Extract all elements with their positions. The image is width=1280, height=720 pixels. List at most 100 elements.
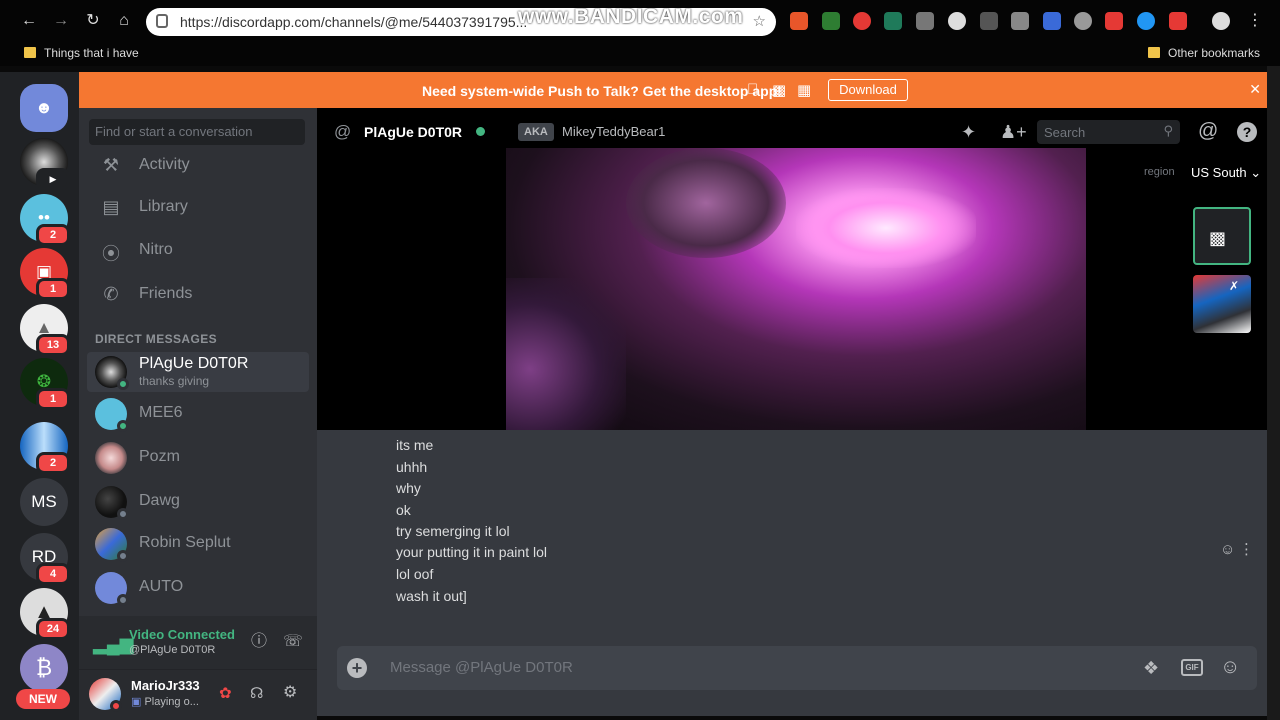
other-bookmarks[interactable]: Other bookmarks [1148,46,1260,60]
page-scrollbar[interactable] [1267,66,1280,720]
desktop-app-banner: Need system-wide Push to Talk? Get the d… [79,72,1267,108]
server-icon[interactable]: ▲ 24 [20,588,70,640]
camera-icon: ▩ [1209,228,1227,248]
headphones-icon[interactable]: ☊ [250,684,263,704]
nitro-icon: ⦿ [102,244,120,264]
dm-sidebar: Find or start a conversation ⚒ Activity ▤… [79,108,317,720]
message-text: lol oof [396,566,434,582]
message-text: try semerging it lol [396,523,510,539]
emoji-icon[interactable]: ☺ [1220,657,1240,677]
search-box[interactable]: Search ⚲ [1037,120,1180,144]
server-icon-ms[interactable]: MS [20,478,68,526]
menu-icon[interactable]: ⋮ [1244,10,1266,32]
mention-badge: 1 [36,278,70,300]
server-icon[interactable]: ▶ [20,138,70,190]
glasses-extension-icon[interactable] [916,12,934,30]
offline-status-icon [117,594,129,606]
region-value: US South [1191,165,1247,180]
dome-extension-icon[interactable] [1074,12,1092,30]
pin-extension-icon[interactable] [980,12,998,30]
dm-item-plague-dotor[interactable]: PlAgUe D0T0R thanks giving [87,352,309,392]
self-video-tile[interactable]: ▩ [1193,207,1251,265]
message-list: its me uhhh why ok try semerging it lol … [317,430,1267,630]
dm-item-auto[interactable]: AUTO [87,568,309,608]
gif-button[interactable]: GIF [1181,659,1203,676]
participant-video-tile[interactable]: ✗ [1193,275,1251,333]
nav-nitro[interactable]: ⦿ Nitro [99,236,173,264]
region-select[interactable]: US South ⌄ [1191,165,1261,181]
help-icon[interactable]: ? [1237,122,1257,142]
server-icon[interactable]: ▣ 1 [20,248,70,300]
home-icon[interactable]: ⌂ [113,10,135,32]
roblox-extension-icon[interactable] [1169,12,1187,30]
dm-item-dawg[interactable]: Dawg [87,482,309,522]
bitcoin-icon: ₿ [20,644,68,692]
block-extension-icon[interactable] [948,12,966,30]
close-icon[interactable]: ✕ [1249,81,1261,98]
download-button[interactable]: Download [828,79,908,101]
message-text: uhhh [396,459,428,475]
at-icon: @ [334,122,352,141]
reload-icon[interactable]: ↻ [82,10,104,32]
dm-header: DIRECT MESSAGES [95,332,218,346]
aka-name: MikeyTeddyBear1 [562,124,666,139]
star-extension-icon[interactable] [1011,12,1029,30]
mention-icon[interactable]: @ [1198,121,1218,141]
shield-extension-icon[interactable] [790,12,808,30]
upload-plus-icon[interactable]: + [347,658,367,678]
bookmark-folder[interactable]: Things that i have [24,46,139,60]
pin-icon[interactable]: ✦ [961,122,976,142]
dm-status: thanks giving [139,374,210,388]
add-reaction-icon[interactable]: ☺ [1220,540,1235,560]
server-icon-rd[interactable]: RD 4 [20,533,70,585]
conversation-search[interactable]: Find or start a conversation [89,119,305,145]
mention-badge: 4 [36,563,70,585]
arrow-extension-icon[interactable] [1043,12,1061,30]
bookmark-star-icon[interactable]: ☆ [753,12,766,30]
server-icon[interactable]: ❂ 1 [20,358,70,410]
dm-item-robin-seplut[interactable]: Robin Seplut [87,524,309,564]
server-icon[interactable]: •• 2 [20,194,70,246]
back-icon[interactable]: ← [18,10,40,32]
add-friend-icon[interactable]: ♟+ [1000,122,1027,142]
server-icon[interactable]: 2 [20,422,70,474]
info-icon[interactable]: ⓘ [251,632,267,652]
dm-item-mee6[interactable]: MEE6 [87,394,309,434]
s-extension-icon[interactable] [884,12,902,30]
library-icon: ▤ [102,197,120,217]
windows-icon: ▦ [797,82,812,99]
nav-label: Friends [139,285,193,302]
youtube-extension-icon[interactable] [1105,12,1123,30]
server-icon[interactable]: ▲ 13 [20,304,70,356]
muted-microphone-icon: ✗ [1229,279,1240,293]
message-input[interactable]: Message @PlAgUe D0T0R [390,659,573,676]
nav-friends[interactable]: ✆ Friends [99,280,192,308]
server-icon[interactable]: ₿ [20,644,68,692]
forward-icon[interactable]: → [50,10,72,32]
folder-icon [24,47,36,58]
nav-library[interactable]: ▤ Library [99,193,187,221]
gift-icon[interactable]: ❖ [1143,658,1159,678]
avg-extension-icon[interactable] [822,12,840,30]
profile-icon[interactable] [1212,12,1230,30]
remote-video-stream[interactable] [506,148,1086,430]
home-button[interactable]: ☻ [20,84,68,132]
android-icon: ▩ [772,82,787,99]
more-options-icon[interactable]: ⋮ [1239,540,1254,560]
flash-extension-icon[interactable] [853,12,871,30]
dm-item-pozm[interactable]: Pozm [87,438,309,478]
settings-gear-icon[interactable]: ⚙ [283,683,297,703]
dm-name: MEE6 [139,404,183,421]
bookmark-label: Things that i have [44,46,139,60]
mention-badge: 24 [36,618,70,640]
region-label: region [1144,166,1175,178]
disconnect-icon[interactable]: ☏ [283,632,303,652]
mute-microphone-icon[interactable]: ✿ [219,684,232,704]
online-status-icon [117,420,129,432]
nav-label: Activity [139,156,190,173]
online-status-icon [476,127,485,136]
mention-badge: 2 [36,452,70,474]
nav-activity[interactable]: ⚒ Activity [99,151,190,179]
q-extension-icon[interactable] [1137,12,1155,30]
voice-status-panel: ▂▄▆ Video Connected @PlAgUe D0T0R ⓘ ☏ [79,616,317,670]
